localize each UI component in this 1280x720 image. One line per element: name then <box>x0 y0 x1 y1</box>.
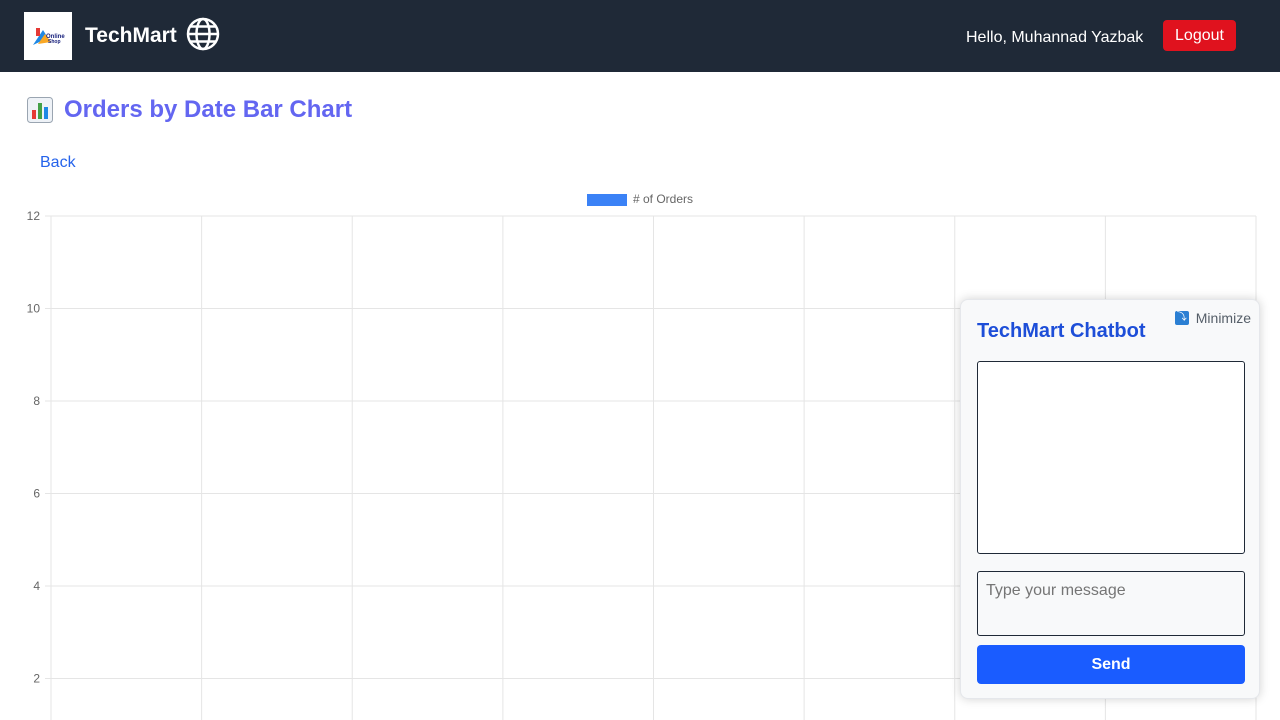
logout-button[interactable]: Logout <box>1163 20 1236 51</box>
chat-message-input[interactable] <box>977 571 1245 636</box>
page-title: Orders by Date Bar Chart <box>27 96 352 124</box>
globe-icon[interactable] <box>186 17 220 51</box>
minimize-button[interactable]: ⤵ Minimize <box>1174 310 1251 326</box>
y-tick-label: 12 <box>27 209 41 223</box>
send-button[interactable]: Send <box>977 645 1245 684</box>
chat-messages <box>977 361 1245 554</box>
shop-logo-icon: Online Shop <box>33 28 65 45</box>
bar-chart-icon <box>27 97 53 123</box>
navbar: Online Shop TechMart Hello, Muhannad Yaz… <box>0 0 1280 72</box>
minimize-label: Minimize <box>1195 310 1251 326</box>
legend-swatch <box>587 194 627 206</box>
chatbot-title: TechMart Chatbot <box>977 320 1146 342</box>
brand-name[interactable]: TechMart <box>85 24 177 48</box>
y-tick-label: 10 <box>27 302 41 316</box>
user-greeting: Hello, Muhannad Yazbak <box>966 29 1144 46</box>
back-link[interactable]: Back <box>40 154 76 172</box>
logo-text-shop: Shop <box>48 39 61 45</box>
legend-label: # of Orders <box>633 192 693 206</box>
y-tick-label: 4 <box>33 579 40 593</box>
y-tick-label: 6 <box>33 487 40 501</box>
page-title-text: Orders by Date Bar Chart <box>64 96 353 123</box>
y-tick-label: 8 <box>33 394 40 408</box>
chatbot-panel: ⤵ Minimize TechMart Chatbot Send <box>960 299 1260 699</box>
y-tick-label: 2 <box>33 672 40 686</box>
minimize-icon: ⤵ <box>1174 311 1189 325</box>
logo[interactable]: Online Shop <box>24 12 72 60</box>
